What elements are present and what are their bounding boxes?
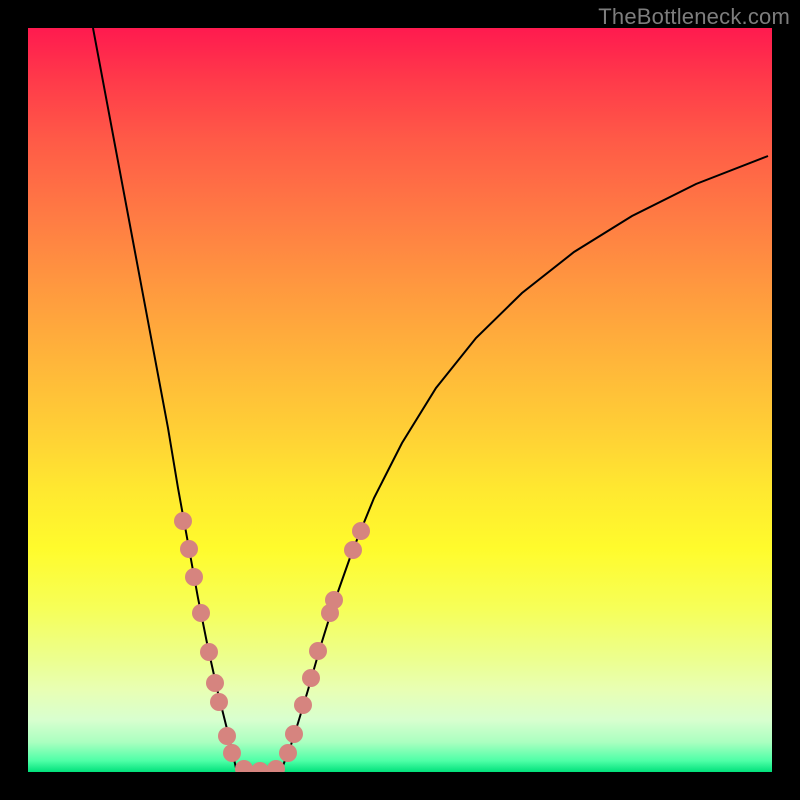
data-marker: [185, 568, 203, 586]
data-marker: [279, 744, 297, 762]
watermark-text: TheBottleneck.com: [598, 4, 790, 30]
data-marker: [235, 760, 253, 772]
data-marker: [344, 541, 362, 559]
data-marker: [210, 693, 228, 711]
data-markers: [174, 512, 370, 772]
data-marker: [325, 591, 343, 609]
data-marker: [206, 674, 224, 692]
chart-svg: [28, 28, 772, 772]
data-marker: [200, 643, 218, 661]
data-marker: [251, 762, 269, 772]
data-marker: [267, 760, 285, 772]
data-marker: [192, 604, 210, 622]
data-marker: [309, 642, 327, 660]
data-marker: [218, 727, 236, 745]
chart-plot-area: [28, 28, 772, 772]
data-marker: [294, 696, 312, 714]
data-marker: [174, 512, 192, 530]
data-marker: [180, 540, 198, 558]
curve-right-branch: [282, 156, 768, 768]
data-marker: [223, 744, 241, 762]
data-marker: [302, 669, 320, 687]
data-marker: [285, 725, 303, 743]
data-marker: [352, 522, 370, 540]
